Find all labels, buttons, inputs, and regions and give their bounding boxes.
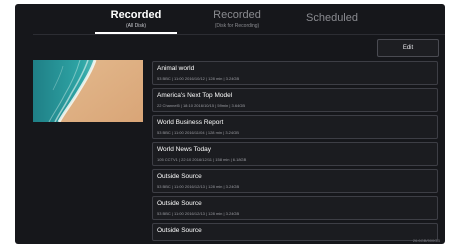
tab-label: Recorded [110,9,162,21]
storage-usage: 26.6GB/500GB [412,238,440,243]
recording-meta: 53 BBC | 11:00 2016/12/13 | 128 min | 3.… [157,211,240,216]
tab-recorded-disk-for-recording[interactable]: Recorded (Disk for Recording) [197,9,277,29]
recording-title: Animal world [157,65,195,72]
recording-meta: 22 Channel5 | 18:10 2016/10/15 | 59min |… [157,103,246,108]
tab-sublabel: (All Disk) [126,23,146,29]
beach-aerial-image [33,60,143,122]
recording-item[interactable]: Outside Source [152,223,438,241]
recording-meta: 53 BBC | 11:00 2016/11/04 | 128 min | 3.… [157,130,239,135]
recording-item[interactable]: Animal world 53 BBC | 11:00 2016/10/12 |… [152,61,438,85]
recording-title: Outside Source [157,200,202,207]
tab-recorded-all-disk[interactable]: Recorded (All Disk) [103,9,169,29]
header-divider [33,34,445,35]
recordings-screen: Recorded (All Disk) Recorded (Disk for R… [15,4,445,244]
recording-item[interactable]: World News Today 105 CCTV1 | 22:10 2016/… [152,142,438,166]
recording-item[interactable]: Outside Source 53 BBC | 11:00 2016/12/13… [152,196,438,220]
recording-meta: 53 BBC | 11:00 2016/10/12 | 128 min | 3.… [157,76,240,81]
recording-item[interactable]: America's Next Top Model 22 Channel5 | 1… [152,88,438,112]
recording-title: World News Today [157,146,211,153]
recording-title: Outside Source [157,173,202,180]
edit-button[interactable]: Edit [377,39,439,57]
recording-meta: 105 CCTV1 | 22:10 2016/12/11 | 158 min |… [157,157,247,162]
recording-item[interactable]: Outside Source 53 BBC | 11:00 2016/12/13… [152,169,438,193]
tab-label: Scheduled [306,12,358,24]
recording-title: World Business Report [157,119,224,126]
recording-title: Outside Source [157,227,202,234]
tab-sublabel: (Disk for Recording) [214,23,260,29]
tab-label: Recorded [213,9,261,21]
recording-item[interactable]: World Business Report 53 BBC | 11:00 201… [152,115,438,139]
recording-title: America's Next Top Model [157,92,233,99]
preview-thumbnail [33,60,143,122]
recording-meta: 53 BBC | 11:00 2016/12/13 | 128 min | 3.… [157,184,240,189]
tab-bar: Recorded (All Disk) Recorded (Disk for R… [15,4,445,34]
tab-scheduled[interactable]: Scheduled [297,12,367,25]
